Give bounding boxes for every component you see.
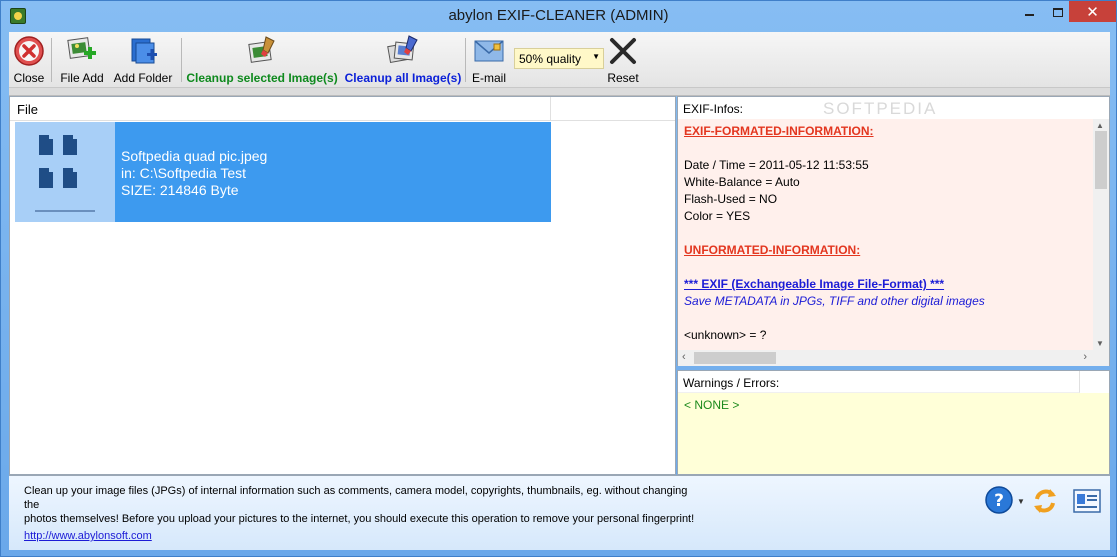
- toolbar-divider: [9, 88, 1110, 96]
- brush-images-icon: [387, 35, 418, 64]
- close-button[interactable]: Close: [11, 34, 47, 86]
- scroll-thumb[interactable]: [694, 352, 776, 364]
- unformatted-section-title: UNFORMATED-INFORMATION:: [684, 243, 861, 257]
- envelope-icon: [474, 40, 504, 62]
- file-add-label: File Add: [60, 71, 104, 85]
- exif-format-link[interactable]: *** EXIF (Exchangeable Image File-Format…: [684, 277, 944, 291]
- exif-line: Date / Time = 2011-05-12 11:53:55: [684, 158, 869, 172]
- thumbnail-tile: [63, 167, 78, 188]
- email-button[interactable]: E-mail: [469, 34, 509, 86]
- cleanup-all-label: Cleanup all Image(s): [344, 71, 462, 85]
- toolbar-separator: [465, 38, 466, 82]
- file-path: in: C:\Softpedia Test: [121, 165, 247, 181]
- thumbnail-tile: [63, 134, 78, 155]
- info-footer: Clean up your image files (JPGs) of inte…: [9, 475, 1110, 550]
- reset-x-icon: [610, 38, 636, 64]
- cleanup-selected-label: Cleanup selected Image(s): [186, 71, 338, 85]
- exif-line: Color = YES: [684, 209, 751, 223]
- maximize-icon: [1053, 7, 1063, 17]
- exif-header: EXIF-Infos: SOFTPEDIA: [678, 97, 1109, 119]
- chevron-down-icon: ▼: [592, 52, 600, 61]
- add-folder-icon: [131, 38, 157, 64]
- app-window: abylon EXIF-CLEANER (ADMIN) ✕ Close File…: [0, 0, 1117, 557]
- file-add-button[interactable]: File Add: [57, 34, 107, 86]
- warnings-panel: Warnings / Errors: < NONE >: [677, 370, 1110, 475]
- image-thumbnail: [15, 122, 115, 222]
- scrollbar-corner: [1093, 350, 1109, 366]
- toolbar: Close File Add Add Folder Cleanup select…: [9, 32, 1110, 88]
- help-dropdown-icon[interactable]: ▼: [1017, 497, 1025, 506]
- file-column-header[interactable]: File: [10, 97, 551, 121]
- warnings-value: < NONE >: [684, 398, 740, 412]
- brush-image-icon: [248, 36, 275, 63]
- exif-description: Save METADATA in JPGs, TIFF and other di…: [684, 294, 985, 308]
- minimize-icon: [1024, 14, 1034, 16]
- file-list-item[interactable]: Softpedia quad pic.jpeg in: C:\Softpedia…: [15, 122, 551, 222]
- warnings-header: Warnings / Errors:: [678, 371, 1080, 393]
- formatted-section-title: EXIF-FORMATED-INFORMATION:: [684, 124, 874, 138]
- email-label: E-mail: [471, 71, 506, 85]
- scroll-up-icon[interactable]: ▲: [1096, 121, 1104, 130]
- thumbnail-caption: [35, 210, 95, 212]
- description-line: Clean up your image files (JPGs) of inte…: [24, 485, 688, 511]
- file-list-panel[interactable]: File Softpedia quad pic.jpeg in: C:\Soft…: [9, 96, 676, 475]
- window-close-button[interactable]: ✕: [1069, 1, 1116, 22]
- add-folder-label: Add Folder: [113, 71, 173, 85]
- scroll-right-icon[interactable]: ›: [1083, 351, 1087, 363]
- reset-label: Reset: [607, 71, 639, 85]
- add-image-icon: [67, 37, 96, 59]
- file-name: Softpedia quad pic.jpeg: [121, 148, 268, 164]
- app-description: Clean up your image files (JPGs) of inte…: [24, 484, 704, 526]
- scroll-left-icon[interactable]: ‹: [682, 351, 686, 363]
- help-icon[interactable]: ?: [984, 485, 1016, 517]
- exif-line: Flash-Used = NO: [684, 192, 778, 206]
- toolbar-separator: [51, 38, 52, 82]
- about-card-icon[interactable]: [1071, 485, 1103, 517]
- quality-select[interactable]: 50% quality ▼: [514, 48, 604, 69]
- file-column-label: File: [17, 102, 38, 117]
- update-refresh-icon[interactable]: [1029, 485, 1061, 517]
- svg-text:?: ?: [994, 491, 1004, 511]
- cleanup-all-button[interactable]: Cleanup all Image(s): [343, 34, 463, 86]
- quality-value: 50% quality: [519, 52, 582, 66]
- softpedia-watermark: SOFTPEDIA: [823, 99, 938, 118]
- window-title: abylon EXIF-CLEANER (ADMIN): [448, 7, 669, 24]
- title-bar: abylon EXIF-CLEANER (ADMIN) ✕: [1, 1, 1116, 32]
- thumbnail-tile: [39, 167, 54, 188]
- empty-column-header: [551, 97, 675, 121]
- warnings-text-area[interactable]: < NONE >: [678, 393, 1109, 474]
- exif-horizontal-scrollbar[interactable]: ‹ ›: [678, 350, 1093, 366]
- scroll-thumb[interactable]: [1095, 131, 1107, 189]
- cleanup-selected-button[interactable]: Cleanup selected Image(s): [186, 34, 338, 86]
- scroll-down-icon[interactable]: ▼: [1096, 339, 1104, 348]
- thumbnail-tile: [39, 134, 54, 155]
- exif-text-area[interactable]: EXIF-FORMATED-INFORMATION: Date / Time =…: [678, 119, 1093, 350]
- file-info: Softpedia quad pic.jpeg in: C:\Softpedia…: [121, 148, 267, 199]
- exif-header-label: EXIF-Infos:: [683, 102, 744, 116]
- description-line: photos themselves! Before you upload you…: [24, 513, 695, 525]
- add-folder-button[interactable]: Add Folder: [113, 34, 173, 86]
- exif-vertical-scrollbar[interactable]: ▲ ▼: [1093, 119, 1109, 350]
- exif-info-panel: EXIF-Infos: SOFTPEDIA EXIF-FORMATED-INFO…: [677, 96, 1110, 366]
- reset-button[interactable]: Reset: [605, 34, 641, 86]
- minimize-button[interactable]: [1014, 1, 1044, 23]
- file-size: SIZE: 214846 Byte: [121, 182, 239, 198]
- exif-unknown-line: <unknown> = ?: [684, 328, 767, 342]
- toolbar-separator: [181, 38, 182, 82]
- close-x-icon: ✕: [1086, 3, 1099, 21]
- close-label: Close: [13, 71, 45, 85]
- exif-line: White-Balance = Auto: [684, 175, 800, 189]
- close-circle-icon: [14, 36, 44, 66]
- website-link[interactable]: http://www.abylonsoft.com: [24, 530, 152, 542]
- warnings-header-label: Warnings / Errors:: [683, 376, 780, 390]
